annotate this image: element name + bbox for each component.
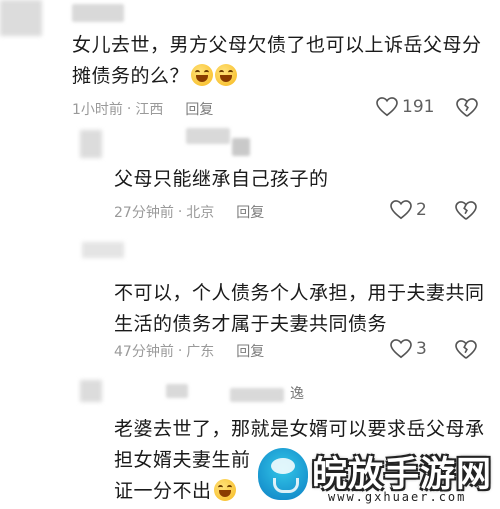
- username-blurred[interactable]: [186, 128, 230, 144]
- comment-meta: 1小时前 · 江西 回复: [72, 99, 214, 119]
- like-button[interactable]: 2: [390, 200, 427, 220]
- broken-heart-icon[interactable]: [455, 201, 477, 221]
- like-button[interactable]: 191: [376, 97, 434, 117]
- reply-button[interactable]: 回复: [236, 202, 264, 222]
- timestamp: 1小时前: [72, 102, 123, 118]
- comment-text: 不可以，个人债务个人承担，用于夫妻共同 生活的债务才属于夫妻共同债务: [114, 278, 494, 340]
- like-count: 191: [402, 97, 435, 117]
- heart-icon: [390, 339, 412, 359]
- timestamp: 27分钟前: [114, 205, 174, 221]
- watermark: 皖放手游网 www.gxhuaer.com: [250, 444, 500, 509]
- comment-text-line: 证一分不出: [114, 480, 212, 502]
- location: 江西: [135, 102, 164, 118]
- username-blurred[interactable]: [166, 384, 188, 398]
- rolling-laughing-emoji-icon: [213, 479, 236, 501]
- heart-icon: [376, 97, 398, 117]
- location: 北京: [186, 205, 215, 221]
- broken-heart-icon[interactable]: [456, 98, 478, 118]
- comment-text: 女儿去世，男方父母欠债了也可以上诉岳父母分 摊债务的么？: [72, 30, 492, 92]
- heart-icon: [390, 200, 412, 220]
- watermark-url: www.gxhuaer.com: [328, 490, 467, 504]
- comment-text-line: 老婆去世了，那就是女婿可以要求岳父母承: [114, 418, 485, 440]
- comment-text-line: 女儿去世，男方父母欠债了也可以上诉岳父母分: [72, 34, 482, 56]
- laughing-emoji-icon: [191, 64, 214, 86]
- avatar[interactable]: [82, 242, 124, 258]
- location: 广东: [186, 344, 215, 360]
- username-blurred[interactable]: [232, 138, 250, 156]
- avatar[interactable]: [0, 0, 42, 36]
- avatar[interactable]: [80, 380, 102, 402]
- reply-button[interactable]: 回复: [236, 341, 264, 361]
- laughing-emoji-icon: [215, 64, 238, 86]
- avatar[interactable]: [80, 130, 102, 158]
- like-count: 3: [416, 339, 427, 359]
- octopus-logo-icon: [258, 448, 308, 500]
- timestamp: 47分钟前: [114, 344, 174, 360]
- like-count: 2: [416, 200, 427, 220]
- reply-button[interactable]: 回复: [185, 99, 213, 119]
- comment-text-line: 生活的债务才属于夫妻共同债务: [114, 313, 388, 335]
- comment-text-line: 不可以，个人债务个人承担，用于夫妻共同: [114, 282, 485, 304]
- username-blurred[interactable]: [230, 388, 284, 402]
- username-fragment[interactable]: 逸: [290, 383, 304, 403]
- comment-text-line: 摊债务的么？: [72, 65, 190, 87]
- like-button[interactable]: 3: [390, 339, 427, 359]
- username-blurred[interactable]: [72, 4, 124, 22]
- comment-text: 父母只能继承自己孩子的: [114, 168, 329, 190]
- comment-meta: 47分钟前 · 广东 回复: [114, 341, 265, 361]
- broken-heart-icon[interactable]: [455, 340, 477, 360]
- comment-meta: 27分钟前 · 北京 回复: [114, 202, 265, 222]
